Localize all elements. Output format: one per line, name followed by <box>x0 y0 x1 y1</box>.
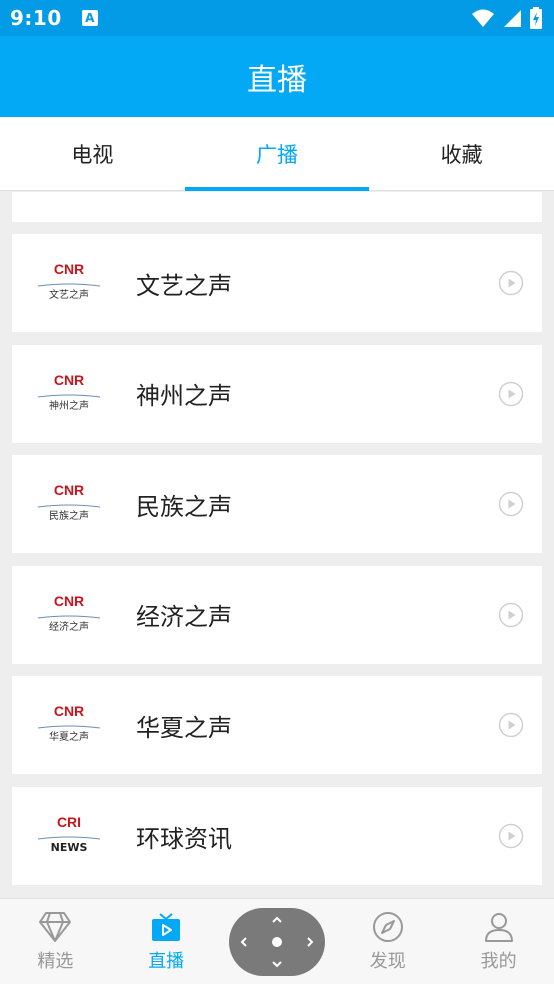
station-item[interactable]: CNR 神州之声 神州之声 <box>12 344 542 443</box>
play-icon[interactable] <box>498 381 524 407</box>
cnr-minzu-logo: CNR 民族之声 <box>24 455 114 553</box>
station-item[interactable]: CNR 华夏之声 华夏之声 <box>12 676 542 775</box>
signal-icon <box>504 10 521 27</box>
status-time: 9:10 <box>10 6 62 30</box>
svg-text:CNR: CNR <box>54 372 84 388</box>
station-list[interactable]: CNR 文艺之声 文艺之声 CNR 神州之声 神州之声 CNR 民族之声 民族之声 CNR 经济之声… <box>0 192 554 898</box>
nav-discover[interactable]: 发现 <box>332 899 443 984</box>
play-icon[interactable] <box>498 270 524 296</box>
user-icon <box>484 912 513 942</box>
station-name: 文艺之声 <box>136 271 232 300</box>
cri-news-logo: CRI NEWS <box>24 787 114 885</box>
svg-text:CNR: CNR <box>54 261 84 277</box>
tv-icon <box>152 912 181 941</box>
app-bar: 直播 <box>0 36 554 117</box>
dpad-icon[interactable] <box>228 907 325 976</box>
svg-text:民族之声: 民族之声 <box>49 509 89 522</box>
cnr-wenyi-logo: CNR 文艺之声 <box>24 234 114 332</box>
station-item[interactable]: CRI NEWS 环球资讯 <box>12 787 542 885</box>
nav-mine[interactable]: 我的 <box>443 899 554 984</box>
accessibility-badge-icon: A <box>81 10 98 26</box>
wifi-icon <box>472 9 494 27</box>
tab-tv[interactable]: 电视 <box>0 117 185 190</box>
svg-text:CNR: CNR <box>54 703 84 719</box>
bottom-nav: 精选 直播 发现 我的 <box>0 898 554 984</box>
play-icon[interactable] <box>498 602 524 628</box>
nav-live-label: 直播 <box>148 950 185 972</box>
status-bar: 9:10 A <box>0 0 554 36</box>
diamond-icon <box>39 911 72 942</box>
status-icons <box>472 7 542 29</box>
list-item-partial[interactable] <box>12 192 542 222</box>
station-item[interactable]: CNR 民族之声 民族之声 <box>12 455 542 554</box>
tab-radio[interactable]: 广播 <box>184 117 370 191</box>
cnr-jingji-logo: CNR 经济之声 <box>24 566 114 664</box>
battery-icon <box>530 7 542 29</box>
nav-remote[interactable] <box>222 899 333 984</box>
nav-featured[interactable]: 精选 <box>0 899 111 984</box>
tab-bar: 电视 广播 收藏 <box>0 117 554 191</box>
play-icon[interactable] <box>498 823 524 849</box>
station-name: 神州之声 <box>136 382 232 411</box>
station-item[interactable]: CNR 文艺之声 文艺之声 <box>12 234 542 332</box>
svg-text:CNR: CNR <box>54 482 84 498</box>
svg-text:CNR: CNR <box>54 593 84 609</box>
nav-live[interactable]: 直播 <box>111 899 222 984</box>
page-title: 直播 <box>247 62 307 98</box>
svg-text:神州之声: 神州之声 <box>49 399 89 412</box>
compass-icon <box>372 911 403 942</box>
cnr-shenzhou-logo: CNR 神州之声 <box>24 345 114 443</box>
svg-text:文艺之声: 文艺之声 <box>49 288 89 301</box>
cnr-huaxia-logo: CNR 华夏之声 <box>24 676 114 774</box>
station-item[interactable]: CNR 经济之声 经济之声 <box>12 565 542 664</box>
station-name: 民族之声 <box>136 492 232 521</box>
play-icon[interactable] <box>498 712 524 738</box>
svg-text:华夏之声: 华夏之声 <box>49 730 89 743</box>
station-name: 华夏之声 <box>136 713 232 742</box>
station-name: 经济之声 <box>136 603 232 632</box>
nav-mine-label: 我的 <box>480 950 517 972</box>
svg-text:经济之声: 经济之声 <box>49 620 89 633</box>
tab-favorites[interactable]: 收藏 <box>369 117 554 190</box>
svg-text:CRI: CRI <box>57 814 81 830</box>
station-name: 环球资讯 <box>136 824 232 853</box>
svg-text:NEWS: NEWS <box>51 841 88 854</box>
nav-discover-label: 发现 <box>369 950 406 972</box>
play-icon[interactable] <box>498 491 524 517</box>
nav-featured-label: 精选 <box>37 950 74 972</box>
